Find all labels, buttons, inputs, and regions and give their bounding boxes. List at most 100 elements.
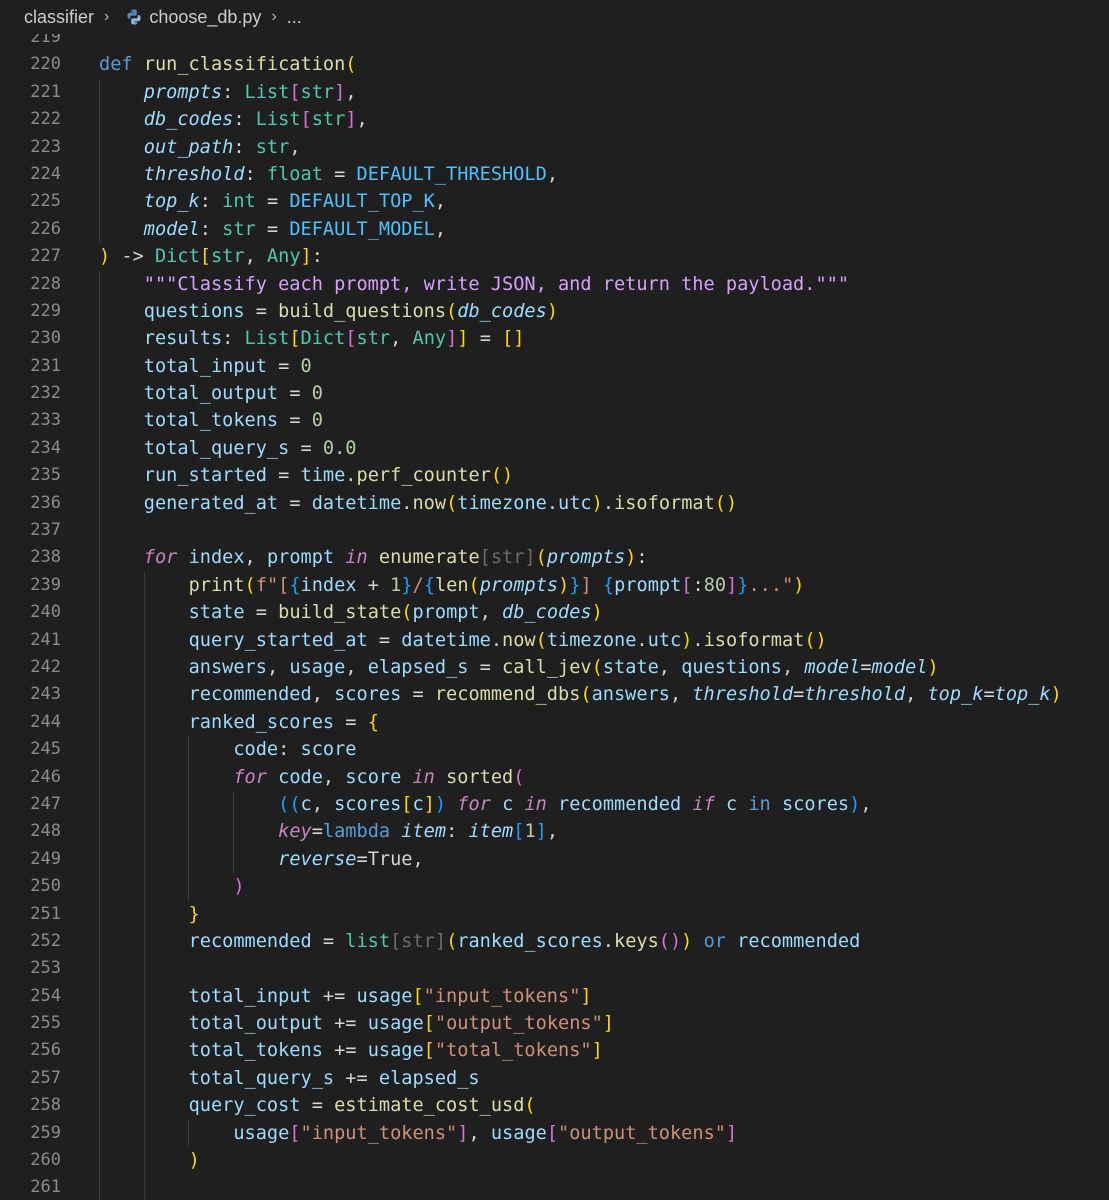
code-line[interactable]: 237 bbox=[0, 517, 1109, 545]
code-line[interactable]: 244 ranked_scores = { bbox=[0, 708, 1109, 737]
code-line[interactable]: 225 top_k: int = DEFAULT_TOP_K, bbox=[0, 188, 1109, 216]
code-line[interactable]: 261 bbox=[0, 1174, 1109, 1200]
code-line[interactable]: 246 for code, score in sorted( bbox=[0, 763, 1109, 791]
code-token: } bbox=[569, 574, 581, 596]
line-number: 234 bbox=[30, 437, 61, 458]
code-line[interactable]: 251 } bbox=[0, 900, 1109, 928]
code-token: ( bbox=[535, 629, 547, 651]
line-number: 229 bbox=[30, 300, 61, 321]
code-line[interactable]: 233 total_tokens = 0 bbox=[0, 407, 1109, 435]
code-text: recommended, scores = recommend_dbs(answ… bbox=[99, 681, 1062, 708]
code-line[interactable]: 232 total_output = 0 bbox=[0, 380, 1109, 408]
code-token: for bbox=[143, 547, 178, 569]
code-line[interactable]: 255 total_output += usage["output_tokens… bbox=[0, 1010, 1109, 1038]
breadcrumb-folder[interactable]: classifier bbox=[24, 7, 94, 28]
code-line[interactable]: 227) -> Dict[str, Any]: bbox=[0, 243, 1109, 270]
code-line[interactable]: 256 total_tokens += usage["total_tokens"… bbox=[0, 1037, 1109, 1065]
line-number: 244 bbox=[30, 711, 61, 732]
code-token: generated_at bbox=[143, 492, 279, 514]
code-line[interactable]: 257 total_query_s += elapsed_s bbox=[0, 1064, 1109, 1093]
code-token: = bbox=[244, 602, 279, 624]
code-line[interactable]: 249 reverse=True, bbox=[0, 845, 1109, 874]
code-line[interactable]: 229 questions = build_questions(db_codes… bbox=[0, 297, 1109, 326]
code-text: print(f"[{index + 1}/{len(prompts)}] {pr… bbox=[99, 572, 805, 599]
code-token: ) bbox=[99, 246, 111, 268]
code-token: ) bbox=[546, 300, 559, 322]
code-text: total_output += usage["output_tokens"] bbox=[99, 1010, 614, 1037]
code-line[interactable]: 248 key=lambda item: item[1], bbox=[0, 818, 1109, 846]
line-number: 221 bbox=[30, 81, 61, 102]
code-token: threshold bbox=[692, 684, 794, 706]
code-token: enumerate bbox=[378, 547, 480, 569]
code-token: List bbox=[244, 328, 290, 350]
code-token: , bbox=[860, 793, 872, 815]
code-line[interactable]: 259 usage["input_tokens"], usage["output… bbox=[0, 1119, 1109, 1148]
code-line[interactable]: 220 def run_classification( bbox=[0, 51, 1109, 78]
line-number: 247 bbox=[30, 793, 61, 814]
line-number: 220 bbox=[30, 54, 61, 75]
code-token: answers bbox=[591, 684, 670, 706]
code-line[interactable]: 230 results: List[Dict[str, Any]] = [] bbox=[0, 325, 1109, 353]
line-number: 241 bbox=[30, 629, 61, 650]
code-token: time bbox=[300, 465, 346, 487]
code-token: , bbox=[412, 848, 424, 870]
code-token: datetime bbox=[311, 492, 402, 514]
code-token: { bbox=[289, 574, 301, 596]
code-line[interactable]: 242 answers, usage, elapsed_s = call_jev… bbox=[0, 653, 1109, 682]
code-line[interactable]: 243 recommended, scores = recommend_dbs(… bbox=[0, 681, 1109, 709]
code-line[interactable]: 222 db_codes: List[str], bbox=[0, 106, 1109, 134]
code-line[interactable]: 234 total_query_s = 0.0 bbox=[0, 434, 1109, 463]
code-token: , bbox=[345, 656, 368, 678]
code-line[interactable]: 254 total_input += usage["input_tokens"] bbox=[0, 982, 1109, 1011]
code-text: } bbox=[99, 901, 200, 928]
code-token: ( bbox=[244, 574, 256, 596]
code-line[interactable]: 260 ) bbox=[0, 1147, 1109, 1175]
code-line[interactable]: 228 """Classify each prompt, write JSON,… bbox=[0, 270, 1109, 298]
code-token: = bbox=[860, 656, 872, 678]
code-line[interactable]: 253 bbox=[0, 955, 1109, 983]
code-token: ( bbox=[345, 54, 357, 76]
code-token: f"[ bbox=[255, 574, 290, 596]
code-text: total_tokens += usage["total_tokens"] bbox=[99, 1037, 603, 1064]
code-line[interactable]: 245 code: score bbox=[0, 736, 1109, 764]
code-text: def run_classification( bbox=[99, 51, 356, 78]
line-number: 261 bbox=[30, 1177, 61, 1198]
code-token: = bbox=[278, 492, 312, 514]
code-line[interactable]: 224 threshold: float = DEFAULT_THRESHOLD… bbox=[0, 160, 1109, 189]
code-line[interactable]: 240 state = build_state(prompt, db_codes… bbox=[0, 599, 1109, 627]
code-line[interactable]: 221 prompts: List[str], bbox=[0, 78, 1109, 107]
code-line[interactable]: 223 out_path: str, bbox=[0, 133, 1109, 161]
code-text: total_query_s += elapsed_s bbox=[99, 1065, 480, 1092]
code-token: ranked_scores bbox=[457, 930, 603, 952]
code-token: () bbox=[804, 629, 827, 651]
code-line[interactable]: 247 ((c, scores[c]) for c in recommended… bbox=[0, 790, 1109, 819]
code-line[interactable]: 241 query_started_at = datetime.now(time… bbox=[0, 626, 1109, 654]
code-line[interactable]: 252 recommended = list[str](ranked_score… bbox=[0, 927, 1109, 956]
code-line[interactable]: 250 ) bbox=[0, 873, 1109, 901]
code-token: : bbox=[233, 136, 256, 158]
code-line[interactable]: 231 total_input = 0 bbox=[0, 352, 1109, 381]
code-line[interactable]: 235 run_started = time.perf_counter() bbox=[0, 462, 1109, 490]
code-editor[interactable]: 219 220 def run_classification(221 prompts… bbox=[0, 34, 1109, 1200]
code-line[interactable]: 238 for index, prompt in enumerate[str](… bbox=[0, 544, 1109, 572]
code-token: : bbox=[199, 218, 223, 240]
code-token: : bbox=[692, 574, 704, 596]
code-token: { bbox=[602, 574, 615, 596]
breadcrumb-file[interactable]: choose_db.py bbox=[149, 7, 261, 28]
code-text: generated_at = datetime.now(timezone.utc… bbox=[99, 490, 737, 517]
code-line[interactable]: 258 query_cost = estimate_cost_usd( bbox=[0, 1092, 1109, 1120]
breadcrumb-symbols[interactable]: ... bbox=[287, 7, 302, 28]
code-token: index bbox=[300, 574, 357, 596]
code-line[interactable]: 239 print(f"[{index + 1}/{len(prompts)}]… bbox=[0, 571, 1109, 600]
code-line[interactable]: 226 model: str = DEFAULT_MODEL, bbox=[0, 215, 1109, 244]
code-line[interactable]: 219 bbox=[0, 34, 1109, 51]
code-token: model bbox=[143, 218, 200, 240]
code-token: , bbox=[390, 328, 413, 350]
code-line[interactable]: 236 generated_at = datetime.now(timezone… bbox=[0, 489, 1109, 518]
code-token: [ bbox=[681, 574, 693, 596]
